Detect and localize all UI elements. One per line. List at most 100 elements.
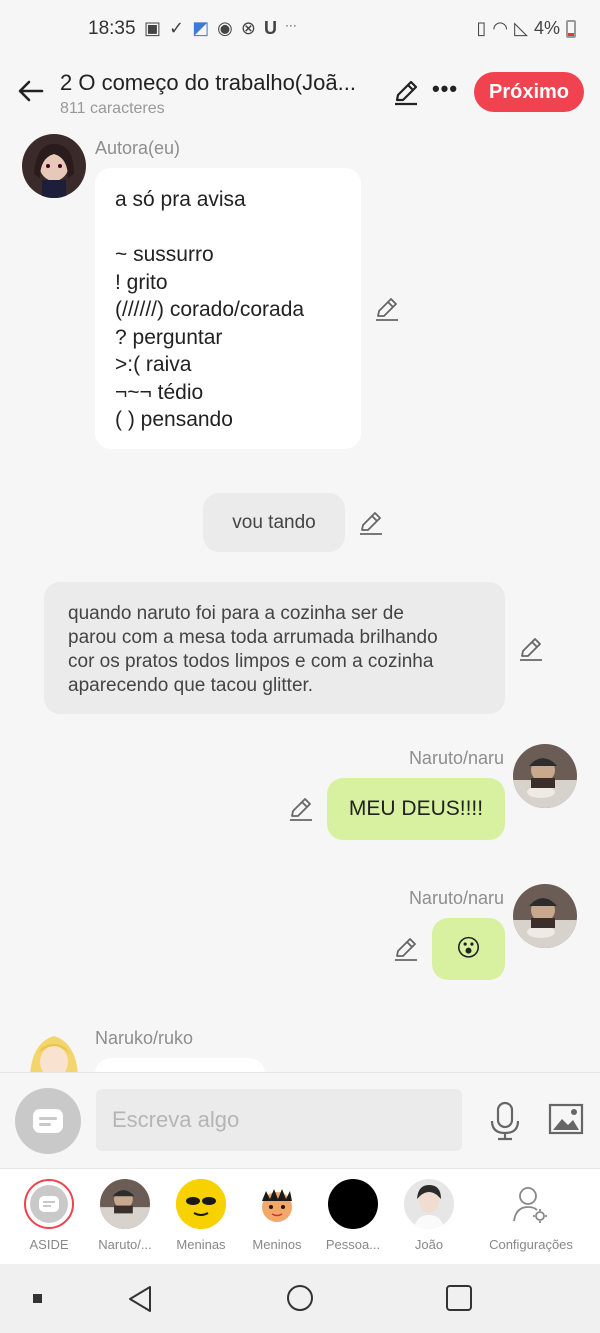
speaker-name: Naruto/naru [408, 748, 504, 768]
battery-icon [566, 19, 576, 38]
more-dots-icon: ••• [431, 76, 459, 101]
next-button[interactable]: Próximo [474, 72, 584, 112]
avatar-autora[interactable] [22, 134, 86, 198]
character-bar: ASIDE Naruto/... Meninas Meninos Pessoa.… [0, 1168, 600, 1264]
notification-icons: ▣ ✓ ◩ ◉ ⊗ U ··· [144, 18, 297, 39]
edit-message-button[interactable] [393, 936, 419, 962]
status-time: 18:35 [88, 18, 136, 39]
aside-toggle-button[interactable] [15, 1088, 81, 1154]
edit-message-button[interactable] [358, 510, 384, 536]
character-count: 811 caracteres [60, 100, 165, 117]
pencil-icon [395, 80, 418, 106]
pencil-icon [290, 798, 312, 821]
avatar [176, 1179, 226, 1229]
back-button[interactable] [14, 74, 48, 108]
narration-line: parou com a mesa toda arrumada brilhando [68, 627, 438, 648]
signal-icon: ◺ [514, 18, 528, 38]
message-line: ? perguntar [115, 325, 223, 349]
message-line: ( ) pensando [115, 408, 233, 431]
avatar [506, 1179, 556, 1229]
menu-indicator-icon[interactable] [33, 1294, 42, 1303]
edit-message-button[interactable] [518, 636, 544, 662]
pencil-icon [360, 512, 382, 535]
home-button[interactable] [287, 1285, 313, 1311]
page-title: 2 O começo do trabalho(Joã... [60, 70, 356, 95]
message-line: >:( raiva [115, 353, 192, 376]
message-bubble[interactable] [95, 1058, 265, 1072]
x-app-icon: ⊗ [240, 18, 256, 38]
chat-area[interactable]: Autora(eu) a só pra avisa ~ sussurro ! g… [0, 126, 600, 1072]
character-aside[interactable]: ASIDE [9, 1179, 89, 1252]
system-nav-bar [0, 1264, 600, 1333]
character-meninos[interactable]: Meninos [237, 1179, 317, 1252]
message-line: ¬~¬ tédio [115, 380, 204, 404]
more-options-button[interactable]: ••• [430, 78, 460, 106]
edit-message-button[interactable] [374, 296, 400, 322]
message-bubble[interactable]: a só pra avisa ~ sussurro ! grito (/////… [95, 168, 361, 449]
message-bubble[interactable]: MEU DEUS!!!! [327, 778, 505, 840]
avatar-naruto[interactable] [513, 884, 577, 948]
back-nav-button[interactable] [126, 1284, 154, 1319]
message-line: a só pra avisa [115, 188, 246, 211]
header: 2 O começo do trabalho(Joã... 811 caract… [0, 60, 600, 126]
speaker-name: Naruko/ruko [95, 1028, 194, 1048]
character-label: ASIDE [29, 1237, 69, 1252]
gallery-icon: ▣ [144, 18, 162, 38]
character-label: Naruto/... [98, 1237, 152, 1252]
more-notifications-icon: ··· [284, 18, 297, 32]
wifi-icon: ◠ [492, 18, 509, 38]
character-pessoa[interactable]: Pessoa... [313, 1179, 393, 1252]
avatar [404, 1179, 454, 1229]
message-icon [33, 1109, 63, 1133]
app-icon: ◩ [192, 18, 210, 38]
aside-avatar [24, 1179, 74, 1229]
pencil-icon [376, 298, 398, 321]
avatar [100, 1179, 150, 1229]
aside-bubble[interactable]: vou tando [203, 493, 345, 552]
microphone-button[interactable] [488, 1101, 522, 1141]
character-meninas[interactable]: Meninas [161, 1179, 241, 1252]
message-input[interactable] [96, 1089, 462, 1151]
character-naruto[interactable]: Naruto/... [85, 1179, 165, 1252]
u-app-icon: U [263, 18, 277, 38]
vpn-icon: ◉ [217, 18, 233, 38]
message-icon [39, 1196, 59, 1212]
narration-line: aparecendo que tacou glitter. [68, 675, 314, 696]
avatar-naruko[interactable] [22, 1024, 86, 1072]
status-bar: 18:35 ▣ ✓ ◩ ◉ ⊗ U ··· ▯ ◠ ◺ 4% [0, 0, 600, 60]
character-label: João [414, 1237, 444, 1252]
pencil-icon [520, 638, 542, 661]
edit-title-button[interactable] [392, 78, 420, 106]
pencil-icon [395, 938, 417, 961]
character-label: Meninas [176, 1237, 226, 1252]
microphone-icon [490, 1101, 520, 1141]
message-line: (//////) corado/corada [115, 298, 305, 321]
emoji-bubble[interactable]: 😮 [432, 918, 505, 980]
avatar-naruto[interactable] [513, 744, 577, 808]
recents-button[interactable] [446, 1285, 472, 1311]
arrow-left-icon [18, 80, 44, 102]
battery-percent: 4% [533, 18, 560, 38]
narration-line: quando naruto foi para a cozinha ser de [68, 603, 404, 624]
narration-bubble[interactable]: quando naruto foi para a cozinha ser de … [44, 582, 505, 714]
speaker-name: Autora(eu) [95, 138, 181, 158]
narration-line: cor os pratos todos limpos e com a cozin… [68, 651, 434, 672]
avatar [252, 1179, 302, 1229]
input-bar [0, 1072, 600, 1168]
user-settings-icon [513, 1187, 547, 1223]
character-label: Pessoa... [325, 1237, 381, 1252]
speaker-name: Naruto/naru [408, 888, 504, 908]
message-line: ! grito [115, 270, 168, 294]
character-label: Configurações [489, 1237, 573, 1252]
message-line [115, 214, 341, 242]
character-joao[interactable]: João [389, 1179, 469, 1252]
triangle-back-icon [129, 1286, 151, 1312]
avatar [328, 1179, 378, 1229]
check-icon: ✓ [169, 18, 185, 38]
character-label: Meninos [252, 1237, 302, 1252]
edit-message-button[interactable] [288, 796, 314, 822]
message-line: ~ sussurro [115, 243, 214, 266]
image-button[interactable] [548, 1103, 584, 1135]
settings-button[interactable]: Configurações [480, 1179, 582, 1252]
vibrate-icon: ▯ [476, 18, 487, 38]
